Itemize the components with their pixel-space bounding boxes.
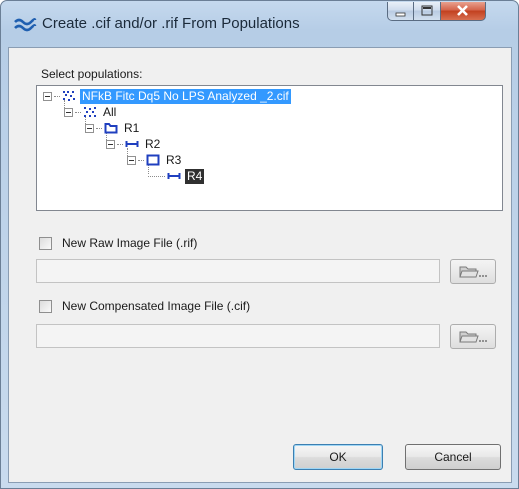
close-icon <box>457 5 468 16</box>
raw-file-path-input[interactable] <box>36 259 440 283</box>
tree-node-label: R1 <box>124 120 140 135</box>
minimize-button[interactable] <box>387 2 414 21</box>
tree-node-r1[interactable]: R1 <box>85 120 141 136</box>
maximize-icon <box>421 5 433 16</box>
select-populations-label: Select populations: <box>41 67 143 81</box>
collapse-icon[interactable] <box>127 155 136 165</box>
ok-button[interactable]: OK <box>293 444 383 470</box>
tree-node-label: R2 <box>145 136 161 151</box>
collapse-icon[interactable] <box>106 139 115 149</box>
tree-dots <box>117 143 123 145</box>
raw-file-browse-button[interactable] <box>450 259 496 284</box>
title-bar[interactable]: Create .cif and/or .rif From Populations <box>1 1 518 47</box>
dialog-body: Select populations: NFkB Fitc Dq5 No LPS… <box>8 47 512 483</box>
maximize-button[interactable] <box>414 2 441 21</box>
tree-dots <box>138 159 144 161</box>
tree-node-r2[interactable]: R2 <box>106 136 162 152</box>
file-dots-icon <box>63 91 75 101</box>
folder-icon <box>459 331 487 342</box>
comp-file-label: New Compensated Image File (.cif) <box>62 299 251 313</box>
tree-dots <box>148 175 165 177</box>
tree-node-file[interactable]: NFkB Fitc Dq5 No LPS Analyzed _2.cif <box>43 88 291 104</box>
line-gate-icon <box>125 141 139 147</box>
collapse-icon[interactable] <box>85 123 94 133</box>
close-button[interactable] <box>441 2 486 21</box>
line-gate-icon <box>167 173 181 179</box>
comp-file-browse-button[interactable] <box>450 324 496 349</box>
tree-node-label: R4 <box>185 168 205 184</box>
folder-icon <box>459 266 487 277</box>
collapse-icon[interactable] <box>64 107 73 117</box>
tree-node-all[interactable]: All <box>64 104 118 120</box>
tree-node-r4[interactable]: R4 <box>148 168 205 184</box>
tree-dots <box>54 95 60 97</box>
raw-file-checkbox[interactable] <box>39 236 52 250</box>
rectangle-region-icon <box>146 154 160 166</box>
tree-dots <box>75 111 81 113</box>
collapse-icon[interactable] <box>43 91 52 101</box>
cancel-button[interactable]: Cancel <box>405 444 501 470</box>
app-wave-icon <box>14 18 37 32</box>
dialog-window: Create .cif and/or .rif From Populations <box>0 0 519 489</box>
raw-file-option[interactable]: New Raw Image File (.rif) <box>39 236 197 250</box>
comp-file-option[interactable]: New Compensated Image File (.cif) <box>39 299 250 313</box>
tree-node-label: NFkB Fitc Dq5 No LPS Analyzed _2.cif <box>80 88 291 104</box>
window-title: Create .cif and/or .rif From Populations <box>42 15 300 32</box>
dots-icon <box>84 107 96 117</box>
tree-dots <box>96 127 102 129</box>
polygon-region-icon <box>104 123 118 134</box>
tree-node-r3[interactable]: R3 <box>127 152 183 168</box>
tree-node-label: All <box>103 104 117 119</box>
caption-buttons <box>387 2 486 22</box>
populations-tree[interactable]: NFkB Fitc Dq5 No LPS Analyzed _2.cif All <box>36 85 503 211</box>
raw-file-label: New Raw Image File (.rif) <box>62 236 198 250</box>
minimize-icon <box>395 12 406 17</box>
comp-file-checkbox[interactable] <box>39 299 52 313</box>
tree-node-label: R3 <box>166 152 182 167</box>
comp-file-path-input[interactable] <box>36 324 440 348</box>
